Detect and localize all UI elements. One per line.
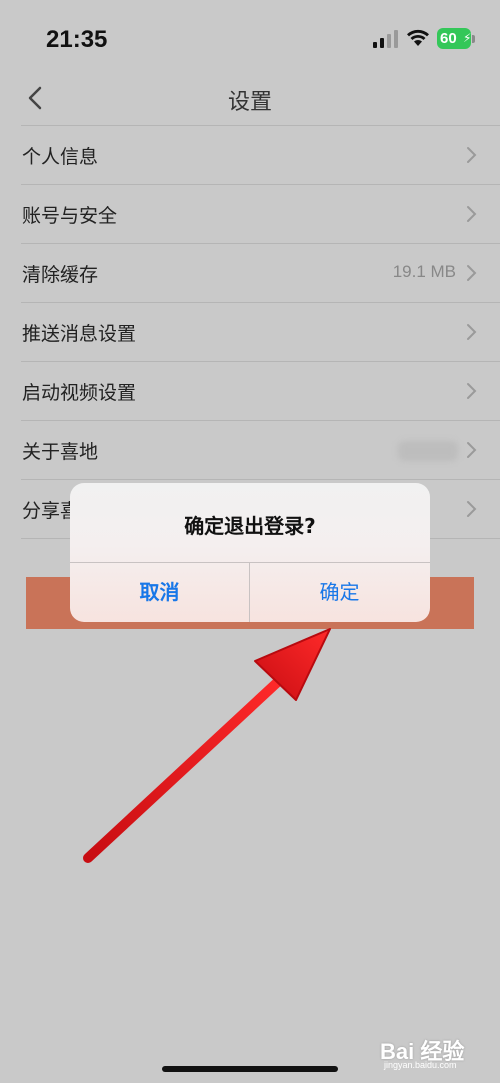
settings-item-account-security[interactable]: 账号与安全 xyxy=(21,184,500,243)
chevron-right-icon xyxy=(467,206,477,222)
dialog-title: 确定退出登录? xyxy=(184,514,316,538)
settings-list: 个人信息 账号与安全 清除缓存 19.1 MB 推送消息设置 启动视频设置 关于… xyxy=(0,125,500,539)
logout-confirm-dialog: 确定退出登录? 取消 确定 xyxy=(70,483,430,622)
signal-icon xyxy=(373,30,398,48)
home-indicator[interactable] xyxy=(162,1066,338,1072)
chevron-right-icon xyxy=(467,383,477,399)
chevron-right-icon xyxy=(467,324,477,340)
blurred-version-value xyxy=(398,441,458,461)
wifi-icon xyxy=(407,29,429,46)
chevron-right-icon xyxy=(467,147,477,163)
nav-bar: 设置 xyxy=(0,72,500,125)
settings-item-label: 推送消息设置 xyxy=(22,323,137,345)
settings-item-push-notifications[interactable]: 推送消息设置 xyxy=(21,302,500,361)
settings-item-label: 账号与安全 xyxy=(22,205,118,227)
watermark-url: jingyan.baidu.com xyxy=(384,1060,457,1070)
settings-item-label: 个人信息 xyxy=(22,146,99,168)
settings-item-label: 清除缓存 xyxy=(22,264,99,286)
watermark: Bai 经验 jingyan.baidu.com xyxy=(380,1030,490,1070)
settings-item-about[interactable]: 关于喜地 xyxy=(21,420,500,479)
cache-size-value: 19.1 MB xyxy=(392,262,456,281)
chevron-right-icon xyxy=(467,442,477,458)
status-bar: 21:35 60 ⚡ xyxy=(0,0,500,72)
settings-item-clear-cache[interactable]: 清除缓存 19.1 MB xyxy=(21,243,500,302)
settings-item-launch-video[interactable]: 启动视频设置 xyxy=(21,361,500,420)
status-time: 21:35 xyxy=(46,26,108,53)
settings-item-personal-info[interactable]: 个人信息 xyxy=(21,125,500,184)
charging-bolt-icon: ⚡ xyxy=(463,31,472,45)
battery-level: 60 xyxy=(440,30,457,47)
settings-item-label: 启动视频设置 xyxy=(22,382,137,404)
screen: 21:35 60 ⚡ 设置 个人信息 账号与安全 清除缓存 19.1 MB 推送… xyxy=(0,0,500,1083)
confirm-button[interactable]: 确定 xyxy=(250,563,429,622)
page-title: 设置 xyxy=(227,90,272,115)
chevron-right-icon xyxy=(467,501,477,517)
chevron-right-icon xyxy=(467,265,477,281)
battery-cap xyxy=(472,35,475,43)
cancel-button[interactable]: 取消 xyxy=(70,563,249,622)
settings-item-label: 关于喜地 xyxy=(22,441,99,463)
